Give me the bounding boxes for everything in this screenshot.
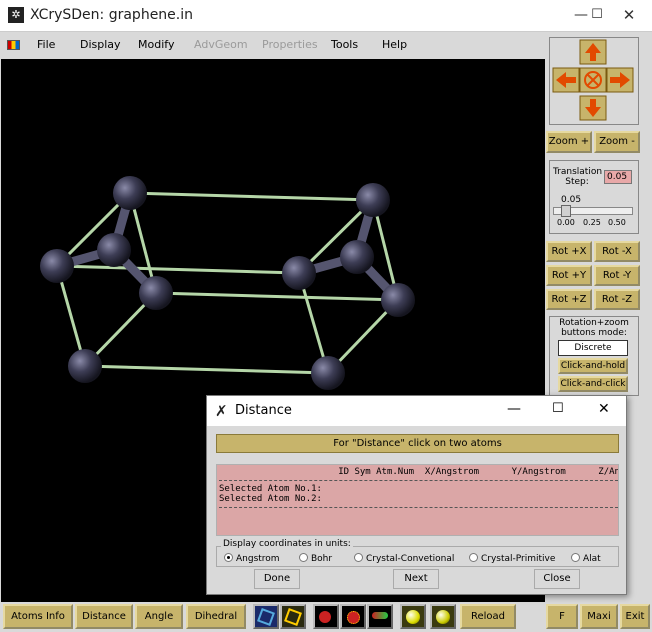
navigation-pad [549,37,639,125]
unit-alat-radio[interactable]: Alat [571,553,601,564]
info-header: ID Sym Atm.Num X/Angstrom Y/Angstrom Z/A… [219,467,619,477]
radio-icon [299,553,308,562]
radio-label: Crystal-Convetional [366,554,455,564]
menu-file[interactable]: File [37,38,55,51]
atom[interactable] [139,276,173,310]
rot-plus-y-button[interactable]: Rot +Y [546,265,592,286]
radio-label: Crystal-Primitive [481,554,556,564]
dihedral-button[interactable]: Dihedral [186,604,246,629]
unit-crystal-conventional-radio[interactable]: Crystal-Convetional [354,553,454,564]
lighting-sphere-icon[interactable] [430,604,456,629]
unit-angstrom-radio[interactable]: Angstrom [224,553,280,564]
dialog-minimize-icon[interactable]: — [507,401,521,417]
radio-icon [571,553,580,562]
slider-thumb[interactable] [561,205,571,217]
atom[interactable] [340,240,374,274]
ball-stick-icon[interactable] [313,604,339,629]
atom[interactable] [282,256,316,290]
atom[interactable] [97,233,131,267]
dialog-maximize-icon[interactable]: ☐ [552,401,564,416]
units-legend: Display coordinates in units: [221,539,353,549]
close-button[interactable]: Close [534,569,580,589]
translation-label: Translation Step: [553,167,603,187]
slider-tick: 0.25 [583,218,601,227]
exit-button[interactable]: Exit [620,604,650,629]
mode-click-and-hold-button[interactable]: Click-and-hold [558,358,628,374]
angle-button[interactable]: Angle [135,604,183,629]
cell-display-icon[interactable] [253,604,279,629]
tearoff-menu-icon[interactable] [7,40,20,50]
radio-label: Alat [583,554,601,564]
atoms [40,176,415,390]
solid-sphere-icon[interactable] [400,604,426,629]
distance-instruction: For "Distance" click on two atoms [216,434,619,453]
space-fill-icon[interactable] [340,604,366,629]
rot-minus-z-button[interactable]: Rot -Z [594,289,640,310]
atoms-info-button[interactable]: Atoms Info [3,604,73,629]
pipe-stick-icon[interactable] [367,604,393,629]
distance-dialog: ✗ Distance — ☐ ✕ For "Distance" click on… [206,395,627,595]
slider-tick: 0.00 [557,218,575,227]
slider-value: 0.05 [561,195,582,205]
menu-display[interactable]: Display [80,38,121,51]
f-button[interactable]: F [546,604,578,629]
selected-atom-2: Selected Atom No.2: [219,494,322,504]
atom-info-text[interactable]: ID Sym Atm.Num X/Angstrom Y/Angstrom Z/A… [216,464,619,536]
rotation-mode-label: Rotation+zoom buttons mode: [559,318,629,338]
atom[interactable] [381,283,415,317]
menu-tools[interactable]: Tools [331,38,358,51]
zoom-in-button[interactable]: Zoom + [546,131,592,153]
rot-plus-x-button[interactable]: Rot +X [546,241,592,262]
radio-icon [354,553,363,562]
menu-advgeom: AdvGeom [194,38,248,51]
rot-minus-x-button[interactable]: Rot -X [594,241,640,262]
distance-button[interactable]: Distance [75,604,133,629]
reload-button[interactable]: Reload [460,604,516,629]
wireframe-cell-icon[interactable] [280,604,306,629]
selected-atom-1: Selected Atom No.1: [219,484,322,494]
done-button[interactable]: Done [254,569,300,589]
atom[interactable] [311,356,345,390]
bonds [55,191,400,375]
dialog-title: Distance [235,403,292,418]
mode-discrete-button[interactable]: Discrete [558,340,628,356]
zoom-out-button[interactable]: Zoom - [594,131,640,153]
x-logo-icon: ✗ [215,402,228,420]
radio-label: Bohr [311,554,333,564]
menu-help[interactable]: Help [382,38,407,51]
maximize-icon[interactable]: ☐ [582,0,612,32]
mode-click-and-click-button[interactable]: Click-and-click [558,376,628,392]
slider-tick: 0.50 [608,218,626,227]
rot-minus-y-button[interactable]: Rot -Y [594,265,640,286]
rot-plus-z-button[interactable]: Rot +Z [546,289,592,310]
translation-step-input[interactable]: 0.05 [604,170,632,184]
atom[interactable] [68,349,102,383]
radio-icon [224,553,233,562]
radio-label: Angstrom [236,554,280,564]
next-button[interactable]: Next [393,569,439,589]
close-icon[interactable]: ✕ [612,0,646,32]
app-icon: ✲ [8,7,24,23]
radio-icon [469,553,478,562]
separator [219,507,618,508]
unit-bohr-radio[interactable]: Bohr [299,553,332,564]
menu-properties: Properties [262,38,318,51]
menu-modify[interactable]: Modify [138,38,174,51]
window-title: XCrySDen: graphene.in [30,7,194,23]
atom[interactable] [40,249,74,283]
separator [219,480,618,481]
dialog-close-icon[interactable]: ✕ [598,401,610,417]
maxi-button[interactable]: Maxi [580,604,618,629]
atom[interactable] [356,183,390,217]
atom[interactable] [113,176,147,210]
unit-crystal-primitive-radio[interactable]: Crystal-Primitive [469,553,555,564]
